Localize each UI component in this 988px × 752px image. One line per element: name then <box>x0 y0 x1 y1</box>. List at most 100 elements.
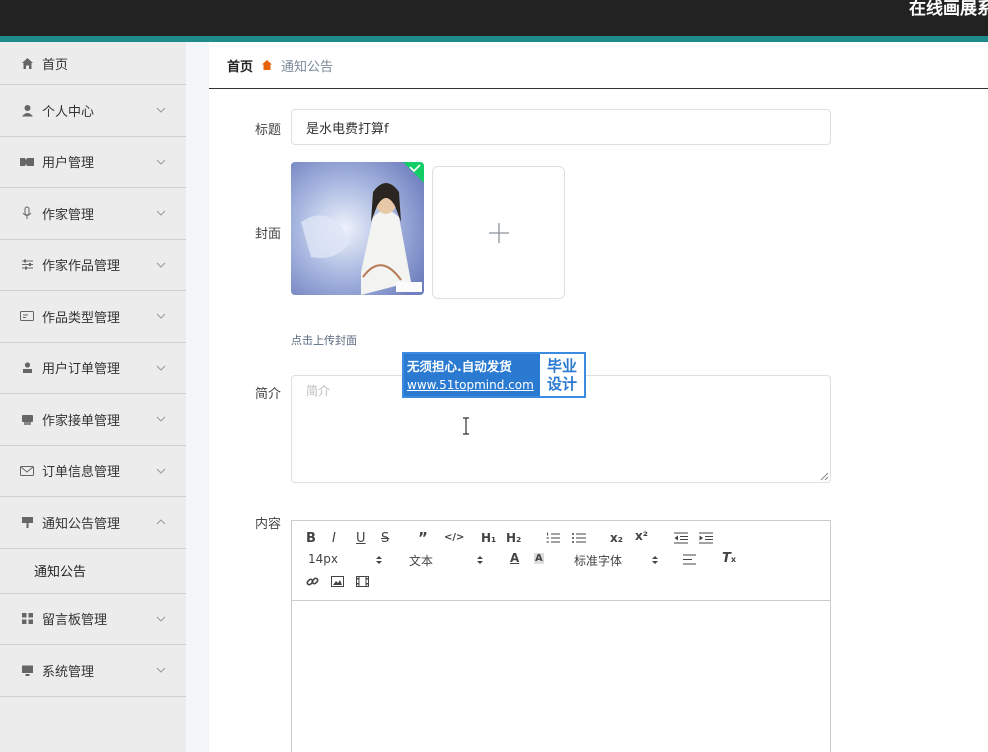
monitor-icon <box>20 663 34 677</box>
upload-tip: 点击上传封面 <box>291 334 357 347</box>
resize-handle-icon[interactable] <box>819 471 829 481</box>
house-icon <box>261 59 273 71</box>
sidebar-item-label: 用户管理 <box>42 156 95 172</box>
breadcrumb-home[interactable]: 首页 <box>227 56 253 75</box>
sidebar-item-notice-management[interactable]: 通知公告管理 <box>0 497 186 549</box>
watermark-right2: 设计 <box>546 375 577 393</box>
watermark-line1: 无须担心.自动发货 <box>407 359 512 374</box>
subscript-icon[interactable]: x₂ <box>610 531 623 545</box>
rich-text-editor: B I U S ” </> H₁ H₂ x₂ x² 14px 文本 A A 标准… <box>291 520 831 752</box>
superscript-icon[interactable]: x² <box>635 529 648 543</box>
watermark-right1: 毕业 <box>546 357 577 375</box>
breadcrumb-current: 通知公告 <box>281 59 334 75</box>
printer-icon <box>20 412 34 426</box>
sidebar-subitem-notice[interactable]: 通知公告 <box>0 548 186 594</box>
watermark-badge: 无须担心.自动发货 www.51topmind.com 毕业 设计 <box>402 352 586 398</box>
heading1-icon[interactable]: H₁ <box>481 531 496 545</box>
mail-icon <box>20 464 34 478</box>
bold-icon[interactable]: B <box>306 531 316 546</box>
chevron-down-icon <box>156 262 166 268</box>
sidebar-item-label: 通知公告管理 <box>42 516 121 532</box>
clear-format-icon[interactable]: Tx <box>722 551 736 566</box>
title-input[interactable]: 是水电费打算f <box>291 109 831 145</box>
outdent-icon[interactable] <box>674 532 688 544</box>
chevron-down-icon <box>156 667 166 673</box>
microphone-icon <box>20 206 34 220</box>
editor-toolbar: B I U S ” </> H₁ H₂ x₂ x² 14px 文本 A A 标准… <box>292 521 830 601</box>
sidebar-item-label: 用户订单管理 <box>42 362 121 378</box>
sidebar-item-personal-center[interactable]: 个人中心 <box>0 85 186 137</box>
sidebar-item-user-management[interactable]: 用户管理 <box>0 137 186 188</box>
sidebar-item-system-management[interactable]: 系统管理 <box>0 645 186 697</box>
chevron-down-icon <box>156 159 166 165</box>
font-size-select[interactable]: 14px <box>308 552 338 566</box>
user-icon <box>20 103 34 117</box>
sidebar: 首页 个人中心 用户管理 作家管理 作家作品管理 作品类型管理 用户订单管理 作… <box>0 42 186 752</box>
title-label: 标题 <box>255 123 282 138</box>
app-title: 在线画展系 <box>909 0 988 19</box>
font-color-icon[interactable]: A <box>510 551 519 565</box>
sidebar-item-writer-management[interactable]: 作家管理 <box>0 188 186 240</box>
background-color-icon[interactable]: A <box>534 553 544 564</box>
video-icon[interactable] <box>356 576 369 587</box>
cover-label: 封面 <box>255 227 282 242</box>
upload-cover-button[interactable] <box>432 166 565 299</box>
person-icon <box>20 361 34 375</box>
text-cursor-icon <box>463 417 469 435</box>
indent-icon[interactable] <box>699 532 713 544</box>
sidebar-item-label: 作家接单管理 <box>42 413 121 429</box>
plus-icon <box>488 222 509 243</box>
sidebar-item-writer-order-management[interactable]: 作家接单管理 <box>0 394 186 446</box>
sidebar-item-order-info-management[interactable]: 订单信息管理 <box>0 446 186 497</box>
content-label: 内容 <box>255 517 282 532</box>
chevron-down-icon <box>156 107 166 113</box>
watermark-url: www.51topmind.com <box>407 378 534 392</box>
select-caret-icon <box>652 556 658 564</box>
sidebar-item-label: 作家作品管理 <box>42 259 121 275</box>
sidebar-item-work-type-management[interactable]: 作品类型管理 <box>0 291 186 343</box>
bullet-list-icon[interactable] <box>572 532 586 544</box>
select-caret-icon <box>376 556 382 564</box>
sidebar-item-label: 首页 <box>42 57 69 73</box>
sidebar-item-home[interactable]: 首页 <box>0 42 186 85</box>
ticket-icon <box>20 155 34 169</box>
italic-icon[interactable]: I <box>332 531 336 546</box>
top-bar: 在线画展系 <box>0 0 988 42</box>
sidebar-item-works-management[interactable]: 作家作品管理 <box>0 240 186 291</box>
chevron-down-icon <box>156 365 166 371</box>
font-family-select[interactable]: 标准字体 <box>574 552 622 569</box>
sidebar-item-label: 作品类型管理 <box>42 310 121 326</box>
chevron-down-icon <box>156 313 166 319</box>
sliders-icon <box>20 258 34 272</box>
sidebar-item-label: 留言板管理 <box>42 613 108 629</box>
sidebar-subitem-label: 通知公告 <box>34 565 87 580</box>
sidebar-item-label: 订单信息管理 <box>42 465 121 481</box>
sidebar-item-user-order-management[interactable]: 用户订单管理 <box>0 343 186 394</box>
home-icon <box>20 56 34 70</box>
sidebar-item-label: 系统管理 <box>42 664 95 680</box>
chevron-up-icon <box>156 519 166 525</box>
main-content: 首页 通知公告 标题 是水电费打算f 封面 点击上传封面 简介 简介 无须担心.… <box>209 42 988 752</box>
ordered-list-icon[interactable] <box>546 532 560 544</box>
cover-image[interactable] <box>291 162 424 295</box>
align-icon[interactable] <box>683 554 696 565</box>
chevron-down-icon <box>156 416 166 422</box>
chevron-down-icon <box>156 210 166 216</box>
underline-icon[interactable]: U <box>356 531 366 546</box>
image-icon[interactable] <box>331 576 344 587</box>
select-caret-icon <box>477 556 483 564</box>
breadcrumb: 首页 通知公告 <box>209 42 988 89</box>
text-style-select[interactable]: 文本 <box>409 552 433 569</box>
sidebar-item-message-board-management[interactable]: 留言板管理 <box>0 594 186 645</box>
card-icon <box>20 309 34 323</box>
sidebar-item-label: 个人中心 <box>42 104 95 120</box>
chevron-down-icon <box>156 616 166 622</box>
code-icon[interactable]: </> <box>444 532 464 543</box>
grid-icon <box>20 612 34 626</box>
sidebar-item-label: 作家管理 <box>42 207 95 223</box>
strikethrough-icon[interactable]: S <box>381 531 389 546</box>
heading2-icon[interactable]: H₂ <box>506 531 521 545</box>
link-icon[interactable] <box>306 575 319 588</box>
editor-body[interactable] <box>292 601 830 752</box>
blockquote-icon[interactable]: ” <box>418 529 428 547</box>
